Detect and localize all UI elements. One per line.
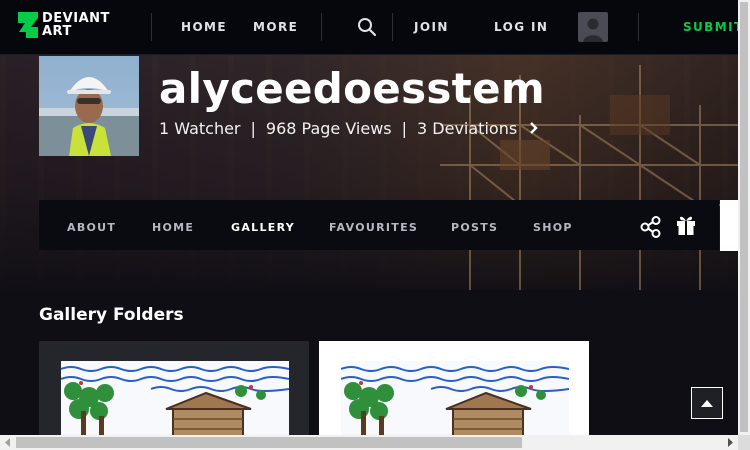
join-link[interactable]: JOIN [414,20,449,34]
nav-divider [321,13,322,41]
tab-about[interactable]: ABOUT [67,221,116,234]
vertical-scrollbar[interactable] [738,0,750,435]
logo-text-line2: ART [42,24,72,39]
deviantart-logo[interactable]: DEVIANT ART [18,12,110,38]
tab-shop[interactable]: SHOP [533,221,573,234]
watcher-count[interactable]: 1 Watcher [159,119,241,138]
login-link[interactable]: LOG IN [494,20,548,34]
submit-button[interactable]: SUBMIT [683,20,744,34]
profile-stats: 1 Watcher | 968 Page Views | 3 Deviation… [159,119,539,138]
tab-home[interactable]: HOME [152,221,194,234]
folder-thumbnail-image [61,361,289,441]
gallery-folder-card[interactable] [319,341,589,441]
tab-gallery[interactable]: GALLERY [231,221,295,234]
page-views-count: 968 Page Views [265,119,392,138]
tab-favourites[interactable]: FAVOURITES [329,221,418,234]
chevron-right-icon[interactable] [529,119,539,138]
profile-tab-bar: ABOUT HOME GALLERY FAVOURITES POSTS SHOP [39,200,719,250]
deviantart-logo-icon [18,12,38,38]
top-navigation-bar: DEVIANT ART HOME MORE JOIN LOG IN SUBMIT [0,0,742,55]
scroll-left-arrow-icon[interactable] [4,438,12,447]
gallery-folders-title: Gallery Folders [39,305,184,325]
user-avatar-icon[interactable] [578,12,608,42]
stats-separator: | [250,119,256,138]
horizontal-scrollbar[interactable] [0,435,738,450]
deviations-count[interactable]: 3 Deviations [417,119,517,138]
gallery-folder-card[interactable] [39,341,309,441]
horizontal-scrollbar-thumb[interactable] [16,437,522,448]
tab-posts[interactable]: POSTS [451,221,498,234]
stats-separator: | [401,119,408,138]
profile-username[interactable]: alyceedoesstem [159,64,545,113]
scroll-to-top-button[interactable] [691,387,723,419]
profile-avatar[interactable] [39,56,139,156]
nav-divider [638,13,639,41]
share-icon[interactable] [640,216,662,243]
scrollbar-corner [738,435,750,450]
profile-photo-image [39,77,139,156]
folder-thumbnail-image [341,361,569,441]
gift-icon[interactable] [676,214,696,241]
nav-home-link[interactable]: HOME [181,20,227,34]
nav-more-link[interactable]: MORE [253,20,298,34]
scroll-right-arrow-icon[interactable] [726,438,734,447]
nav-divider [151,13,152,41]
chevron-up-icon [701,400,713,407]
nav-divider [392,13,393,41]
subnav-side-panel [720,200,738,251]
search-icon[interactable] [357,17,377,42]
vertical-scrollbar-thumb[interactable] [740,2,748,432]
